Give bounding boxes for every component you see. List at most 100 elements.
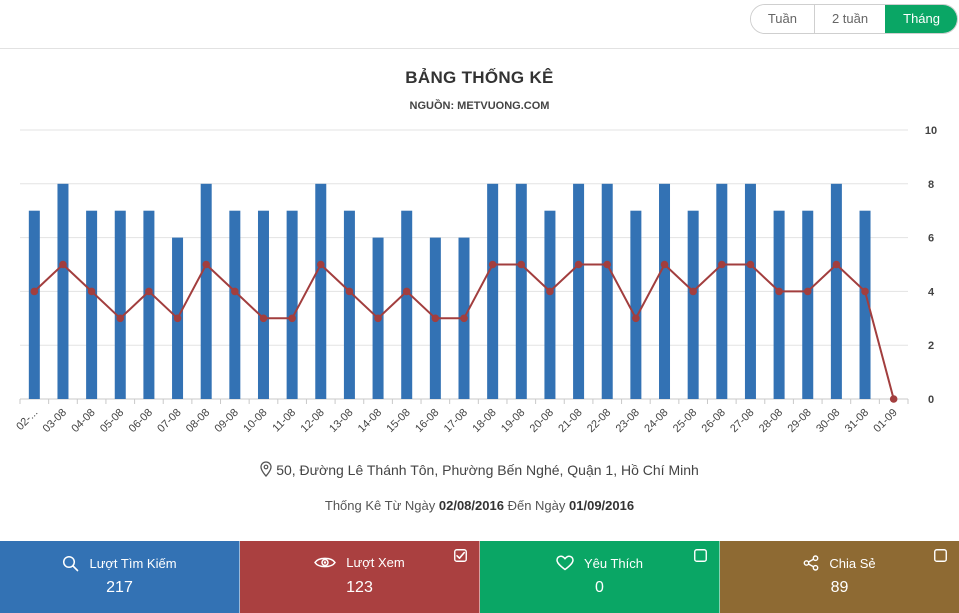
x-tick-label: 12-08: [299, 407, 327, 435]
x-tick-label: 30-08: [814, 407, 842, 435]
x-tick-label: 21-08: [556, 407, 584, 435]
line-point: [402, 287, 411, 296]
bar: [143, 210, 155, 399]
line-point: [345, 287, 354, 296]
search-icon: [63, 555, 79, 572]
stats-bar: Lượt Tìm Kiếm 217 Lượt Xem 123 Yêu Thích: [0, 541, 959, 613]
bar: [744, 183, 756, 399]
line-point: [689, 287, 697, 296]
bar: [86, 210, 98, 399]
bar: [57, 183, 69, 399]
x-tick-label: 05-08: [98, 407, 126, 435]
bar: [487, 183, 499, 399]
range-from: 02/08/2016: [438, 498, 504, 513]
x-tick-label: 18-08: [470, 407, 498, 435]
stat-label: Chia Sẻ: [829, 555, 876, 571]
tab-month[interactable]: Tháng: [885, 5, 957, 33]
x-tick-label: 26-08: [700, 407, 728, 435]
eye-icon: [314, 557, 337, 568]
y-tick-label: 6: [928, 233, 934, 245]
x-tick-label: 27-08: [728, 407, 756, 435]
bar: [630, 210, 642, 399]
stat-searches[interactable]: Lượt Tìm Kiếm 217: [0, 541, 240, 613]
line-point: [116, 314, 125, 323]
x-tick-label: 11-08: [270, 407, 298, 435]
bar: [286, 210, 298, 399]
chart-subtitle: NGUỒN: METVUONG.COM: [409, 100, 550, 112]
line-point: [202, 260, 210, 269]
line-point: [889, 395, 898, 403]
stat-favorites[interactable]: Yêu Thích 0: [480, 541, 720, 613]
line-point: [431, 314, 440, 323]
x-tick-label: 13-08: [327, 407, 355, 435]
stat-value: 123: [346, 579, 373, 596]
stat-value: 89: [830, 579, 849, 596]
line-point: [775, 287, 783, 296]
bar: [401, 210, 413, 399]
bar: [315, 183, 327, 399]
line-point: [259, 314, 268, 323]
line-point: [488, 260, 497, 269]
bar: [573, 183, 585, 399]
line-point: [173, 314, 182, 323]
line-point: [546, 287, 554, 296]
date-range: Thống Kê Từ Ngày 02/08/2016 Đến Ngày 01/…: [0, 498, 959, 513]
x-tick-label: 06-08: [127, 407, 155, 435]
line-point: [803, 287, 812, 296]
x-tick-label: 15-08: [384, 407, 412, 435]
bar: [229, 210, 241, 399]
bar: [687, 210, 699, 399]
address-line: 50, Đường Lê Thánh Tôn, Phường Bến Nghé,…: [0, 461, 959, 478]
bar: [515, 183, 527, 399]
bar: [257, 210, 269, 399]
range-middle: Đến Ngày: [507, 498, 566, 513]
range-to: 01/09/2016: [569, 498, 635, 513]
bar: [601, 183, 613, 399]
x-tick-label: 23-08: [614, 407, 642, 435]
bar: [716, 183, 728, 399]
line-point: [460, 314, 468, 323]
x-tick-label: 09-08: [213, 407, 241, 435]
x-tick-label: 04-08: [69, 407, 97, 435]
line-point: [603, 260, 612, 269]
line-point: [145, 287, 153, 296]
stat-shares[interactable]: Chia Sẻ 89: [720, 541, 959, 613]
line-point: [87, 287, 96, 296]
x-tick-label: 16-08: [413, 407, 441, 435]
x-tick-label: 17-08: [442, 407, 470, 435]
line-point: [517, 260, 526, 269]
heart-icon: [556, 555, 574, 571]
x-tick-label: 14-08: [356, 407, 384, 435]
address-text: 50, Đường Lê Thánh Tôn, Phường Bến Nghé,…: [276, 462, 699, 478]
x-tick-label: 24-08: [642, 407, 670, 435]
stat-label: Lượt Xem: [346, 555, 405, 570]
line-point: [574, 260, 583, 269]
tab-week[interactable]: Tuần: [750, 5, 814, 33]
line-point: [30, 287, 39, 296]
top-bar: Tuần 2 tuần Tháng: [0, 0, 959, 49]
stat-label: Lượt Tìm Kiếm: [89, 556, 177, 571]
period-selector: Tuần 2 tuần Tháng: [749, 4, 958, 34]
chart-panel: 0 2 4 6 8 10 02-... 03-08 04-08 05-08 06-08 07-08 08…: [0, 50, 959, 540]
tab-two-weeks[interactable]: 2 tuần: [813, 5, 886, 33]
stat-value: 217: [106, 579, 133, 596]
bar: [773, 210, 785, 399]
line-point: [59, 260, 67, 269]
y-tick-label: 8: [928, 179, 934, 191]
x-tick-label: 10-08: [241, 407, 269, 435]
line-point: [288, 314, 296, 323]
x-tick-label: 19-08: [499, 407, 527, 435]
line-point: [660, 260, 669, 269]
x-tick-label: 31-08: [843, 407, 871, 435]
bar: [830, 183, 842, 399]
x-tick-label: 29-08: [785, 407, 813, 435]
range-prefix: Thống Kê Từ Ngày: [324, 498, 436, 513]
x-tick-label: 07-08: [155, 407, 183, 435]
line-point: [316, 260, 325, 269]
x-tick-label: 28-08: [757, 407, 785, 435]
map-pin-icon: [260, 461, 272, 477]
y-tick-label: 10: [925, 125, 937, 137]
y-tick-label: 2: [928, 340, 934, 352]
bar: [802, 210, 814, 399]
stat-views[interactable]: Lượt Xem 123: [240, 541, 480, 613]
